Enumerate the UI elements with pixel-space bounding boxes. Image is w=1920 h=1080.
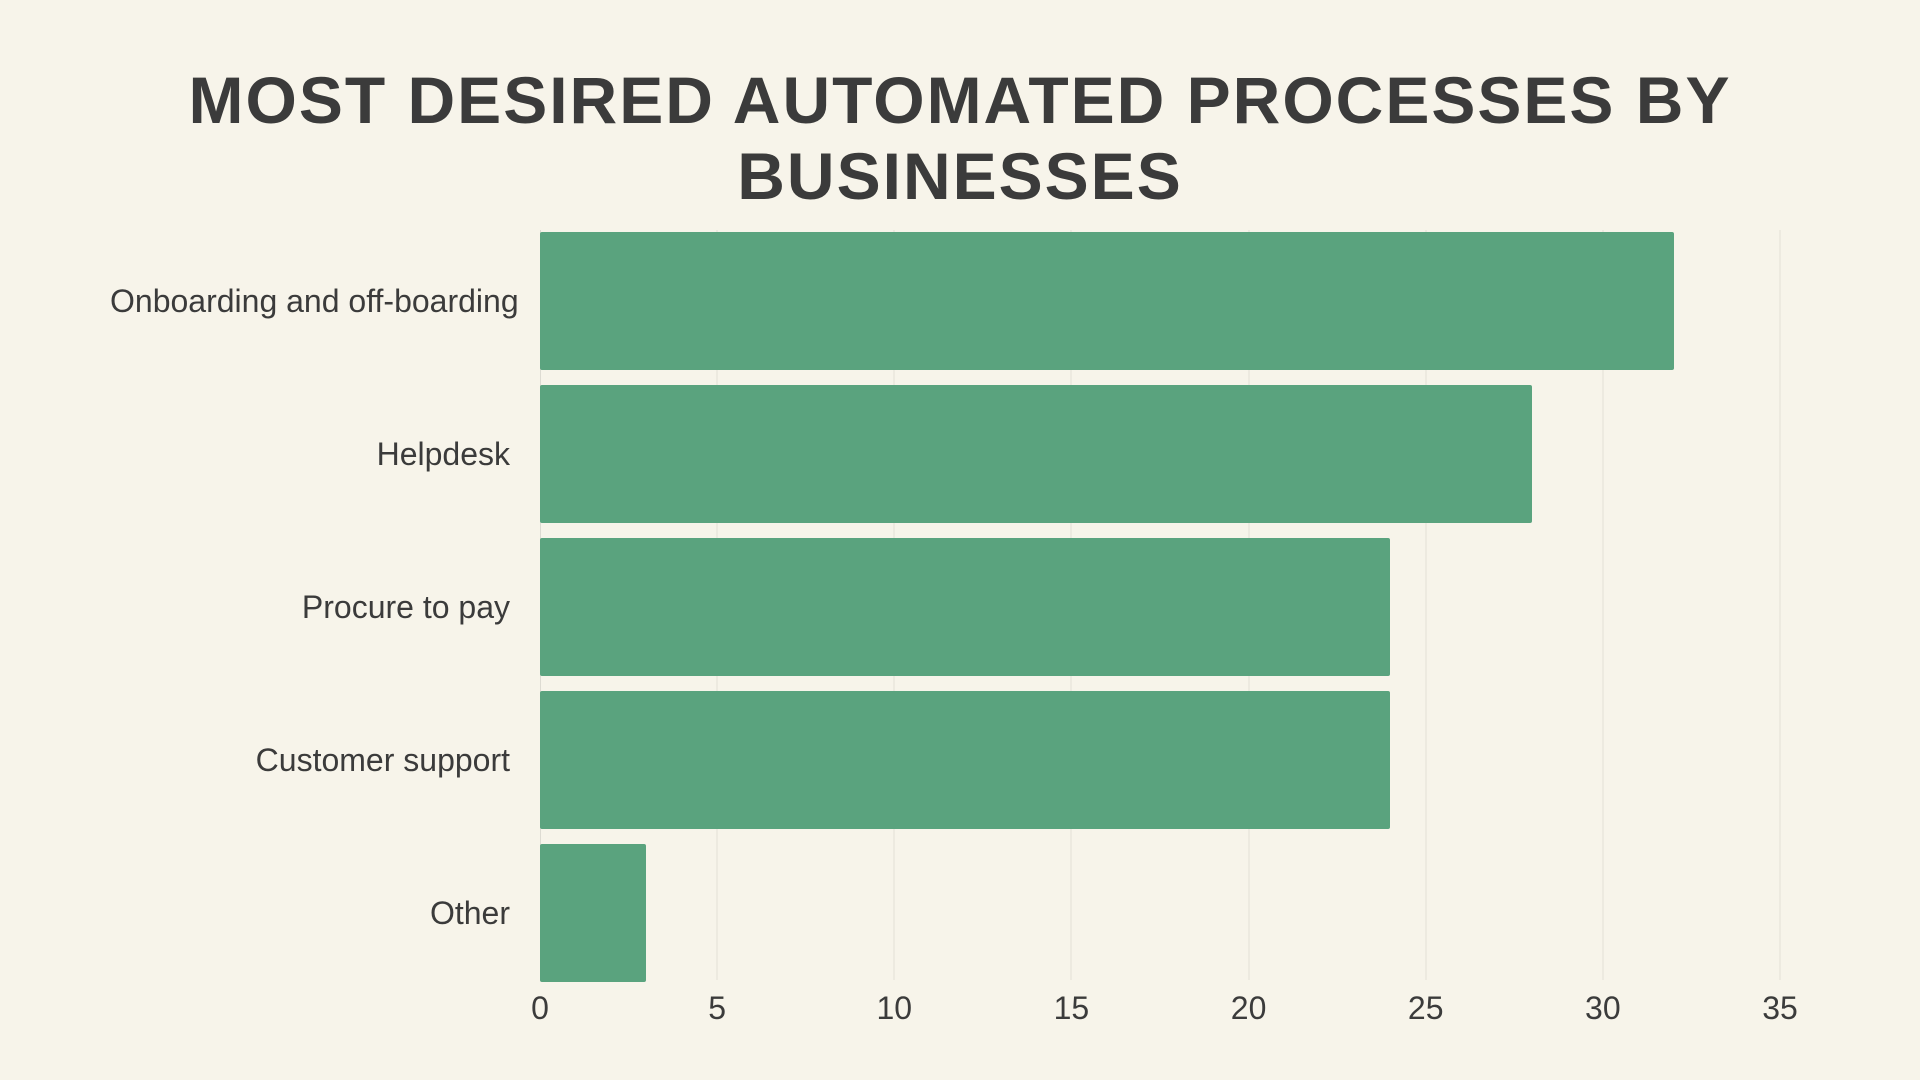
x-tick-label: 35 [1762, 990, 1798, 1027]
x-tick-label: 20 [1231, 990, 1267, 1027]
bar-row [540, 538, 1390, 676]
bar-row [540, 844, 646, 982]
x-tick-label: 0 [531, 990, 549, 1027]
bar-row [540, 691, 1390, 829]
x-tick-label: 25 [1408, 990, 1444, 1027]
x-tick-label: 30 [1585, 990, 1621, 1027]
bar [540, 538, 1390, 676]
bar [540, 232, 1674, 370]
bar-row [540, 385, 1532, 523]
plot-area: Onboarding and off-boardingHelpdeskProcu… [540, 230, 1780, 980]
gridline [1779, 230, 1781, 980]
y-tick-label: Onboarding and off-boarding [110, 232, 510, 370]
x-tick-label: 5 [708, 990, 726, 1027]
chart: Onboarding and off-boardingHelpdeskProcu… [120, 200, 1800, 1000]
bar-row [540, 232, 1674, 370]
slide: MOST DESIRED AUTOMATED PROCESSES BY BUSI… [0, 0, 1920, 1080]
bar [540, 844, 646, 982]
x-axis: 05101520253035 [540, 990, 1780, 1030]
y-tick-label: Helpdesk [110, 385, 510, 523]
y-tick-label: Other [110, 844, 510, 982]
chart-title: MOST DESIRED AUTOMATED PROCESSES BY BUSI… [0, 62, 1920, 214]
y-tick-label: Procure to pay [110, 538, 510, 676]
x-tick-label: 15 [1054, 990, 1090, 1027]
bar [540, 691, 1390, 829]
y-tick-label: Customer support [110, 691, 510, 829]
x-tick-label: 10 [876, 990, 912, 1027]
bar [540, 385, 1532, 523]
